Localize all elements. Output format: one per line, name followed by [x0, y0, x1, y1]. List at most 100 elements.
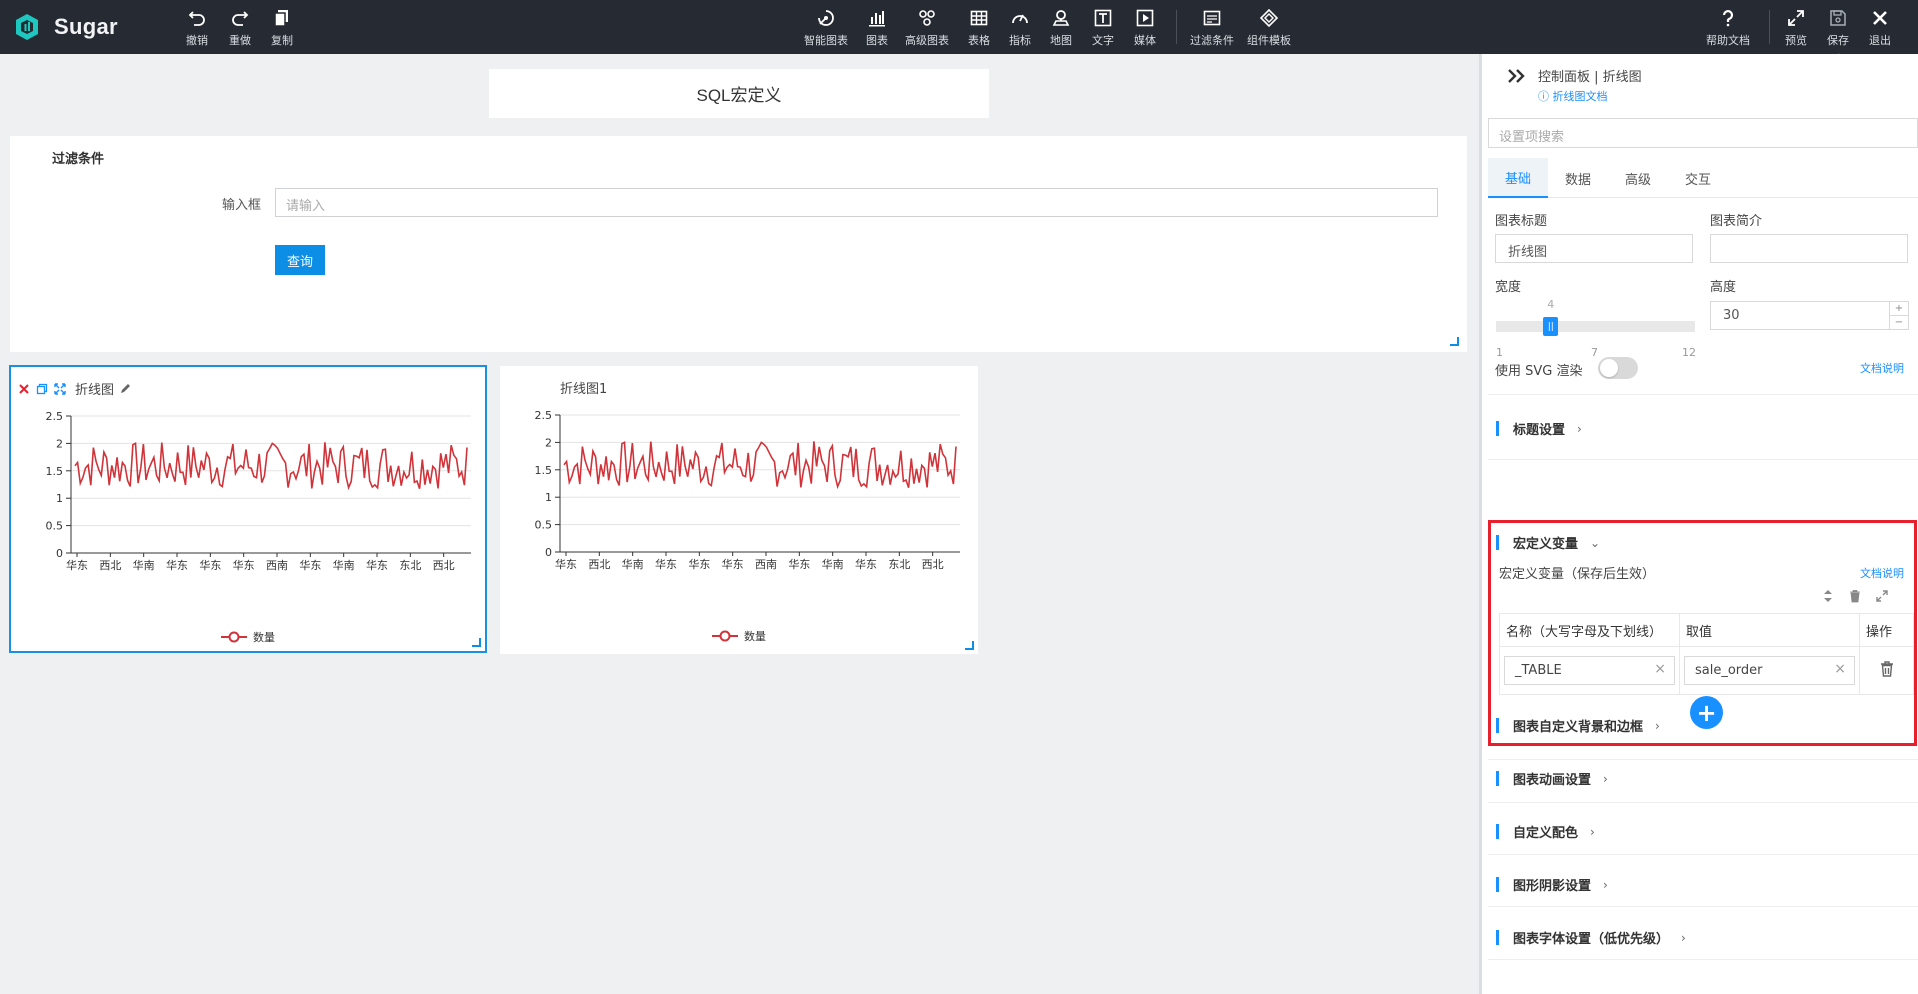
tab-basic[interactable]: 基础: [1488, 158, 1548, 198]
expand-icon[interactable]: [1875, 589, 1889, 603]
section-bg-border[interactable]: 图表自定义背景和边框 ›: [1496, 716, 1660, 735]
width-slider[interactable]: ||: [1496, 317, 1695, 336]
y-tick-label: 0: [545, 546, 552, 559]
app-logo[interactable]: Sugar: [12, 12, 118, 42]
macro-name-input[interactable]: _TABLE ×: [1504, 656, 1675, 685]
x-tick-label: 西南: [266, 559, 288, 572]
filter-input[interactable]: 请输入: [275, 188, 1438, 217]
resize-handle[interactable]: [965, 641, 974, 650]
settings-panel: 控制面板 | 折线图 ⓘ 折线图文档 设置项搜索 基础 数据 高级 交互 图表标…: [1479, 54, 1918, 994]
clear-icon[interactable]: ×: [1834, 661, 1846, 677]
chart-legend[interactable]: 数量: [11, 629, 485, 645]
filter-button[interactable]: 过滤条件: [1190, 8, 1234, 48]
double-chevron-right-icon: [1508, 69, 1525, 83]
divider: [1488, 906, 1918, 907]
app-name: Sugar: [54, 14, 118, 39]
chart-title-input[interactable]: 折线图: [1495, 234, 1693, 263]
chart-card[interactable]: 折线图 2.5 2 1.5 1 0.5 0 华东 西北 华南 华东 华东 华东 西南 华东 华南 华东 东北 西北…: [9, 365, 487, 653]
width-slider-tick: 1: [1496, 346, 1503, 359]
y-tick-label: 1.5: [535, 464, 553, 477]
collapse-panel-button[interactable]: [1506, 66, 1528, 90]
clear-icon[interactable]: ×: [1654, 661, 1666, 677]
x-tick-label: 华东: [366, 558, 388, 572]
height-stepper[interactable]: + −: [1890, 301, 1909, 330]
macro-table: 名称（大写字母及下划线） 取值 操作 _TABLE × sale_order ×: [1499, 613, 1914, 695]
svg-render-toggle[interactable]: [1598, 357, 1638, 379]
preview-button[interactable]: 预览: [1785, 8, 1807, 48]
media-button[interactable]: 媒体: [1134, 8, 1156, 48]
section-macro-vars[interactable]: 宏定义变量 ⌄: [1496, 533, 1600, 552]
macro-variables-section: 宏定义变量 ⌄ 宏定义变量（保存后生效） 文档说明 名称（大写字母及下划线） 取…: [1488, 520, 1917, 746]
text-button[interactable]: 文字: [1092, 8, 1114, 48]
width-slider-value: 4: [1547, 298, 1555, 311]
chart-card[interactable]: 折线图1 2.5 2 1.5 1 0.5 0 华东 西北 华南 华东 华东 华东 西南 华东 华南 华东 东北西…: [500, 366, 978, 654]
edit-pencil-icon[interactable]: [118, 382, 132, 396]
chevron-right-icon: ›: [1655, 718, 1660, 733]
chart-title: 折线图1: [560, 382, 608, 397]
help-circle-icon: ⓘ: [1538, 90, 1549, 103]
undo-button[interactable]: 撤销: [186, 8, 208, 48]
chevron-right-icon: ›: [1681, 930, 1686, 945]
legend-line-icon: [712, 630, 738, 642]
table-button[interactable]: 表格: [968, 8, 990, 48]
filter-panel[interactable]: 过滤条件 输入框 请输入 查询: [10, 136, 1467, 352]
x-tick-label: 华东: [299, 558, 321, 572]
macro-doc-link[interactable]: 文档说明: [1860, 565, 1904, 581]
chevron-down-icon: ⌄: [1590, 535, 1601, 550]
width-label: 宽度: [1495, 280, 1522, 295]
section-title-settings[interactable]: 标题设置 ›: [1496, 419, 1582, 438]
media-play-icon: [1136, 9, 1154, 27]
duplicate-icon[interactable]: [35, 382, 49, 396]
column-header-value: 取值: [1679, 613, 1860, 647]
x-tick-label: 华东: [655, 557, 677, 571]
save-button[interactable]: 保存: [1827, 8, 1849, 48]
settings-search-input[interactable]: 设置项搜索: [1488, 118, 1918, 148]
divider: [1488, 459, 1918, 460]
section-shadow[interactable]: 图形阴影设置 ›: [1496, 875, 1608, 894]
resize-handle[interactable]: [1450, 337, 1459, 346]
chart-title: 折线图: [75, 383, 115, 398]
delete-icon[interactable]: [17, 382, 31, 396]
map-button[interactable]: 地图: [1050, 8, 1072, 48]
exit-button[interactable]: 退出: [1869, 8, 1891, 48]
width-slider-handle[interactable]: ||: [1543, 317, 1559, 336]
chart-legend[interactable]: 数量: [500, 628, 978, 644]
add-variable-button[interactable]: +: [1690, 696, 1723, 729]
doc-note-link[interactable]: 文档说明: [1860, 360, 1904, 376]
filter-icon: [1203, 10, 1221, 26]
delete-row-trash-icon[interactable]: [1880, 660, 1894, 677]
section-font[interactable]: 图表字体设置（低优先级） ›: [1496, 928, 1686, 947]
resize-handle[interactable]: [472, 638, 481, 647]
smart-chart-icon: [818, 10, 834, 26]
chart-button[interactable]: 图表: [866, 8, 888, 48]
height-input[interactable]: 30: [1710, 301, 1890, 330]
x-tick-label: 华南: [133, 558, 155, 572]
indicator-button[interactable]: 指标: [1009, 8, 1031, 48]
smart-chart-button[interactable]: 智能图表: [804, 8, 848, 48]
trash-icon[interactable]: [1848, 589, 1862, 603]
component-template-button[interactable]: 组件模板: [1247, 8, 1291, 48]
y-tick-label: 0: [56, 547, 63, 560]
help-doc-button[interactable]: 帮助文档: [1706, 8, 1750, 48]
y-tick-label: 2.5: [535, 411, 553, 422]
chart-doc-link[interactable]: ⓘ 折线图文档: [1538, 88, 1608, 104]
chart-intro-input[interactable]: [1710, 234, 1908, 263]
fullscreen-icon[interactable]: [53, 382, 67, 396]
tab-interaction[interactable]: 交互: [1668, 158, 1728, 198]
section-animation[interactable]: 图表动画设置 ›: [1496, 769, 1608, 788]
advanced-chart-button[interactable]: 高级图表: [905, 8, 949, 48]
copy-button[interactable]: 复制: [271, 8, 293, 48]
sort-icon[interactable]: [1822, 589, 1834, 603]
legend-line-icon: [221, 631, 247, 643]
y-tick-label: 2.5: [46, 412, 64, 423]
stepper-up-icon[interactable]: +: [1890, 302, 1908, 315]
page-title[interactable]: SQL宏定义: [489, 69, 989, 118]
macro-value-input[interactable]: sale_order ×: [1684, 656, 1855, 685]
tab-data[interactable]: 数据: [1548, 158, 1608, 198]
query-button[interactable]: 查询: [275, 245, 325, 275]
tab-advanced[interactable]: 高级: [1608, 158, 1668, 198]
redo-button[interactable]: 重做: [229, 8, 251, 48]
stepper-down-icon[interactable]: −: [1890, 315, 1908, 329]
section-custom-colors[interactable]: 自定义配色 ›: [1496, 822, 1595, 841]
chart-header: 折线图: [17, 379, 132, 398]
